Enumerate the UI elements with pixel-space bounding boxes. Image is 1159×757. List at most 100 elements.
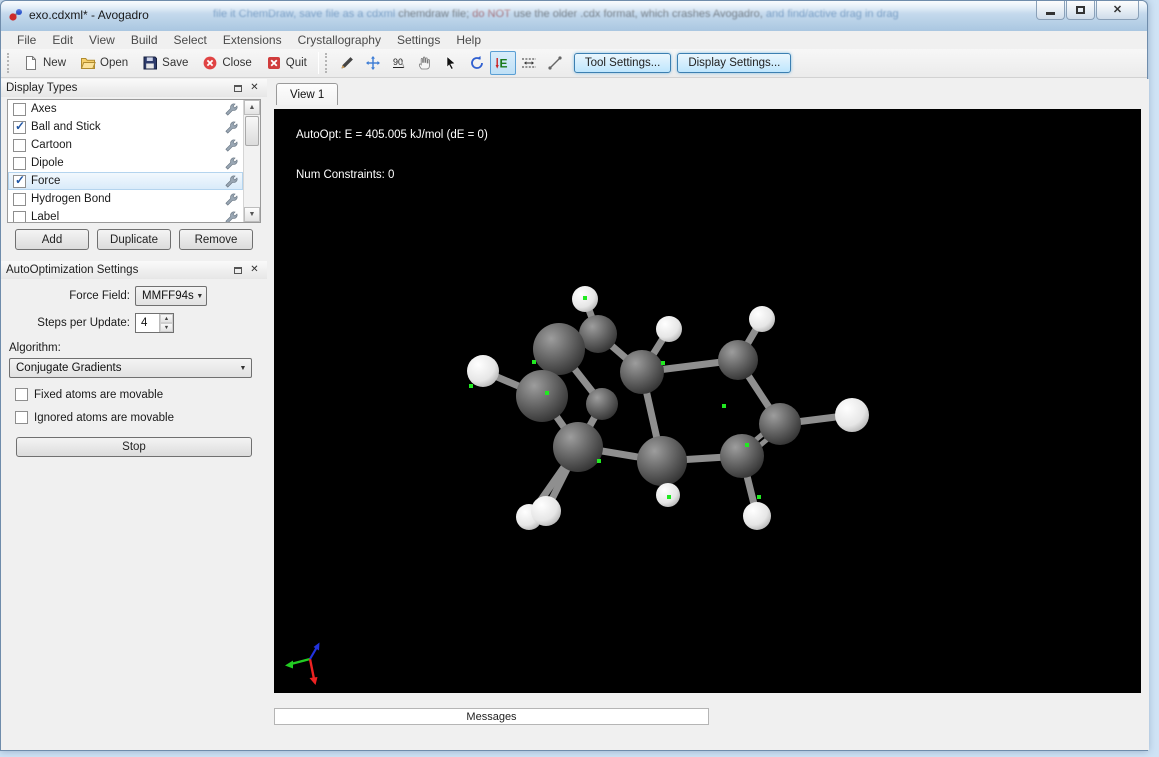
messages-tab[interactable]: Messages xyxy=(274,708,709,725)
spin-down-button[interactable]: ▼ xyxy=(160,323,173,332)
display-type-row-label[interactable]: Label xyxy=(8,208,243,224)
save-label: Save xyxy=(162,57,189,69)
float-icon xyxy=(233,266,242,274)
fixed-atoms-checkbox[interactable] xyxy=(15,388,28,401)
hydrogen-bond-label: Hydrogen Bond xyxy=(31,193,111,205)
auto-rotate-tool-button[interactable] xyxy=(464,51,490,75)
align-tool-button[interactable] xyxy=(542,51,568,75)
quit-label: Quit xyxy=(285,57,307,69)
scroll-up-button[interactable]: ▲ xyxy=(244,100,260,115)
quit-button[interactable]: Quit xyxy=(259,51,314,75)
close-icon: ✕ xyxy=(1112,3,1123,16)
menu-help[interactable]: Help xyxy=(448,32,489,48)
save-button[interactable]: Save xyxy=(135,51,195,75)
force-field-label: Force Field: xyxy=(69,290,130,302)
save-icon xyxy=(143,56,158,70)
maximize-button[interactable] xyxy=(1066,1,1095,20)
open-button[interactable]: Open xyxy=(73,51,135,75)
ball-and-stick-checkbox[interactable] xyxy=(13,119,26,134)
new-label: New xyxy=(43,57,67,69)
draw-tool-button[interactable] xyxy=(334,51,360,75)
messages-label: Messages xyxy=(466,710,517,723)
tab-view-1[interactable]: View 1 xyxy=(276,83,339,105)
autoopt-settings-header[interactable]: AutoOptimization Settings ✕ xyxy=(1,261,267,279)
navigate-icon xyxy=(365,56,380,70)
force-field-select[interactable]: MMFF94s ▼ xyxy=(135,286,207,306)
display-type-row-dipole[interactable]: Dipole xyxy=(8,154,243,172)
molecule-render[interactable] xyxy=(274,109,1141,693)
menu-select[interactable]: Select xyxy=(166,32,215,48)
label-checkbox[interactable] xyxy=(13,210,26,222)
toolbar-drag-handle[interactable] xyxy=(324,53,330,73)
auto-optimization-icon: E xyxy=(495,57,507,71)
selection-tool-button[interactable] xyxy=(438,51,464,75)
float-panel-button[interactable] xyxy=(230,263,245,277)
menu-file[interactable]: File xyxy=(9,32,44,48)
menu-crystallography[interactable]: Crystallography xyxy=(290,32,389,48)
algorithm-select[interactable]: Conjugate Gradients ▼ xyxy=(9,358,252,378)
dipole-checkbox[interactable] xyxy=(13,156,26,170)
autoopt-energy-readout: AutoOpt: E = 405.005 kJ/mol (dE = 0) xyxy=(296,129,488,141)
display-type-row-axes[interactable]: Axes xyxy=(8,100,243,118)
navigate-tool-button[interactable] xyxy=(360,51,386,75)
ignored-atoms-checkbox[interactable] xyxy=(15,411,28,424)
display-type-row-hydrogen-bond[interactable]: Hydrogen Bond xyxy=(8,190,243,208)
wrench-icon[interactable] xyxy=(224,138,239,153)
display-settings-button[interactable]: Display Settings... xyxy=(677,53,792,73)
display-type-row-cartoon[interactable]: Cartoon xyxy=(8,136,243,154)
display-types-header[interactable]: Display Types ✕ xyxy=(1,79,267,97)
close-panel-button[interactable]: ✕ xyxy=(247,263,262,277)
duplicate-button[interactable]: Duplicate xyxy=(97,229,171,250)
3d-viewport[interactable]: AutoOpt: E = 405.005 kJ/mol (dE = 0) Num… xyxy=(274,109,1141,693)
ball-and-stick-label: Ball and Stick xyxy=(31,121,101,133)
chevron-down-icon: ▼ xyxy=(196,292,204,300)
menu-build[interactable]: Build xyxy=(123,32,166,48)
display-type-row-force[interactable]: Force xyxy=(8,172,243,190)
axes-checkbox[interactable] xyxy=(13,102,26,116)
stop-button[interactable]: Stop xyxy=(16,437,252,457)
wrench-icon[interactable] xyxy=(224,174,239,189)
close-file-button[interactable]: Close xyxy=(195,51,258,75)
display-type-row-ball-and-stick[interactable]: Ball and Stick xyxy=(8,118,243,136)
force-checkbox[interactable] xyxy=(13,173,26,188)
wrench-icon[interactable] xyxy=(224,210,239,224)
menu-extensions[interactable]: Extensions xyxy=(215,32,290,48)
menu-edit[interactable]: Edit xyxy=(44,32,81,48)
auto-optimization-tool-button[interactable]: E xyxy=(489,51,516,75)
wrench-icon[interactable] xyxy=(224,102,239,117)
open-label: Open xyxy=(100,57,129,69)
toolbar-drag-handle[interactable] xyxy=(7,53,12,73)
add-button[interactable]: Add xyxy=(15,229,89,250)
algorithm-label: Algorithm: xyxy=(9,342,61,354)
tool-settings-button[interactable]: Tool Settings... xyxy=(573,53,672,73)
title-bar[interactable]: file it ChemDraw, save file as a cdxml c… xyxy=(1,1,1147,31)
spin-up-button[interactable]: ▲ xyxy=(160,314,173,323)
fixed-atoms-movable-row[interactable]: Fixed atoms are movable xyxy=(15,388,267,401)
measure-tool-button[interactable] xyxy=(516,51,542,75)
pencil-icon xyxy=(341,57,353,69)
minimize-button[interactable] xyxy=(1036,1,1065,20)
cartoon-checkbox[interactable] xyxy=(13,138,26,152)
steps-per-update-stepper[interactable]: 4 ▲ ▼ xyxy=(135,313,174,333)
force-field-value: MMFF94s xyxy=(142,290,194,302)
list-scrollbar[interactable]: ▲ ▼ xyxy=(243,100,260,222)
hydrogen-bond-checkbox[interactable] xyxy=(13,192,26,206)
bond-centric-tool-button[interactable]: 90 xyxy=(386,51,412,75)
wrench-icon[interactable] xyxy=(224,120,239,135)
main-toolbar: New Open Save Close Quit 90 E Tool Setti… xyxy=(1,49,1147,78)
close-window-button[interactable]: ✕ xyxy=(1096,1,1139,20)
close-icon: ✕ xyxy=(250,82,259,93)
menu-view[interactable]: View xyxy=(81,32,123,48)
avogadro-window: file it ChemDraw, save file as a cdxml c… xyxy=(0,0,1149,751)
scroll-down-button[interactable]: ▼ xyxy=(244,207,260,222)
ignored-atoms-movable-row[interactable]: Ignored atoms are movable xyxy=(15,411,267,424)
menu-settings[interactable]: Settings xyxy=(389,32,448,48)
float-panel-button[interactable] xyxy=(230,81,245,95)
new-button[interactable]: New xyxy=(16,51,73,75)
wrench-icon[interactable] xyxy=(224,192,239,207)
scrollbar-thumb[interactable] xyxy=(245,116,259,146)
manipulate-tool-button[interactable] xyxy=(412,51,438,75)
remove-button[interactable]: Remove xyxy=(179,229,253,250)
close-panel-button[interactable]: ✕ xyxy=(247,81,262,95)
wrench-icon[interactable] xyxy=(224,156,239,171)
